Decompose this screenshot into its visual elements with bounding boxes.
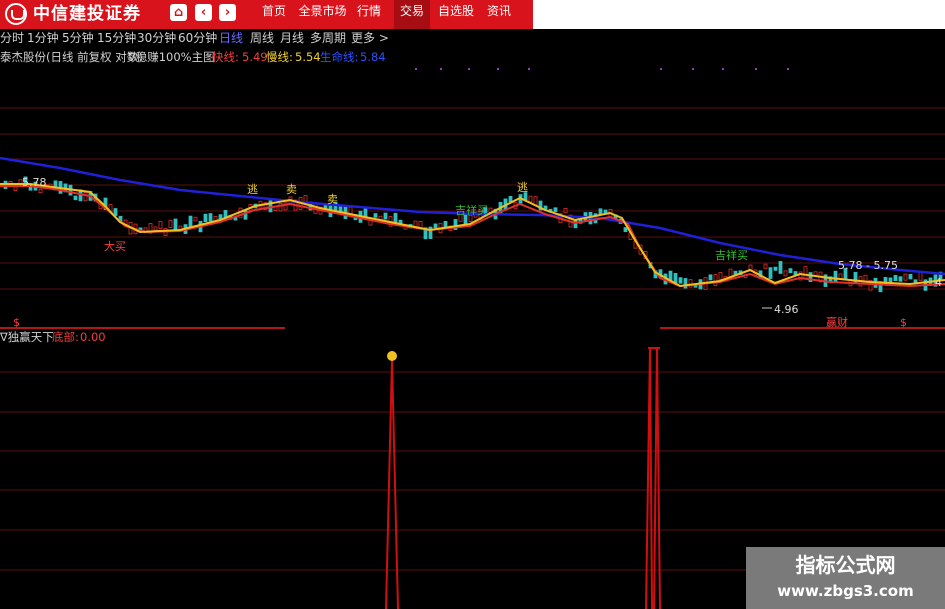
candle-157	[788, 268, 793, 274]
watermark-title: 指标公式网	[795, 553, 896, 577]
candle-180	[903, 273, 908, 281]
candle-154	[773, 266, 778, 271]
candle-135	[678, 277, 683, 284]
candle-119	[598, 208, 603, 215]
candle-136	[683, 278, 688, 289]
candle-7	[38, 188, 43, 194]
candle-110	[553, 207, 558, 212]
candle-143	[718, 272, 723, 280]
escape-label-1: 逃	[247, 183, 258, 196]
candle-183	[918, 272, 923, 281]
sell-label-1: 卖	[286, 183, 297, 196]
candle-153	[768, 267, 773, 279]
sell-label-2: 卖	[327, 193, 338, 206]
candle-22	[113, 208, 118, 217]
candle-88	[443, 220, 448, 228]
fast-line	[0, 183, 945, 288]
candle-30	[153, 226, 158, 231]
candle-105	[528, 195, 533, 203]
candle-2	[13, 186, 18, 191]
candle-112	[563, 207, 568, 214]
sub-indicator-label: 底部:	[52, 330, 79, 344]
wealth-label: 赢财	[826, 316, 848, 329]
candle-178	[893, 275, 898, 282]
sub-indicator-value: 0.00	[80, 330, 106, 344]
trading-app-window: 中信建投证券 ⌂ ‹ › 首页 全景市场 行情 交易 自选股 资讯 分时 1分钟…	[0, 0, 945, 609]
candle-37	[188, 215, 193, 227]
dot-markers	[415, 68, 789, 70]
candle-166	[833, 270, 838, 282]
candle-160	[803, 266, 808, 279]
candle-134	[673, 272, 678, 284]
candle-76	[383, 212, 388, 220]
lucky-buy-label-1: 吉祥买	[455, 204, 488, 217]
watermark-url: www.zbgs3.com	[777, 582, 914, 600]
watermark: 指标公式网 www.zbgs3.com	[746, 547, 945, 609]
candle-38	[193, 216, 198, 222]
sub-indicator-name: ∇独赢天下	[0, 330, 54, 344]
price-range-label: 5.78 - 5.75	[838, 259, 898, 272]
high-price-label: 5.78	[22, 176, 47, 189]
candle-141	[708, 274, 713, 281]
candle-156	[783, 270, 788, 277]
candle-108	[543, 205, 548, 210]
big-buy-label: 大买	[104, 240, 126, 253]
candle-179	[898, 276, 903, 282]
escape-label-2: 逃	[517, 181, 528, 194]
candle-16	[83, 192, 88, 202]
candle-152	[763, 263, 768, 269]
dollar-label-right: $	[900, 316, 907, 329]
candle-40	[203, 213, 208, 223]
candle-43	[218, 214, 223, 220]
candle-177	[888, 277, 893, 283]
candle-31	[158, 221, 163, 229]
signal-dot	[387, 351, 397, 361]
candle-33	[168, 219, 173, 228]
candle-142	[713, 274, 718, 287]
low-price-label: 4.96	[774, 303, 799, 316]
candle-86	[433, 223, 438, 229]
candle-74	[373, 213, 378, 218]
dollar-label-left: $	[13, 316, 20, 329]
slow-line	[0, 185, 945, 288]
candle-181	[908, 273, 913, 280]
candle-14	[73, 195, 78, 201]
candle-124	[623, 227, 628, 233]
candle-155	[778, 261, 783, 274]
lucky-buy-label-2: 吉祥买	[715, 249, 748, 262]
candle-106	[533, 196, 538, 206]
candle-41	[208, 213, 213, 222]
price-chart-svg	[0, 68, 945, 609]
candle-101	[508, 196, 513, 203]
candle-34	[173, 218, 178, 231]
right-edge-label: 4	[935, 276, 942, 289]
